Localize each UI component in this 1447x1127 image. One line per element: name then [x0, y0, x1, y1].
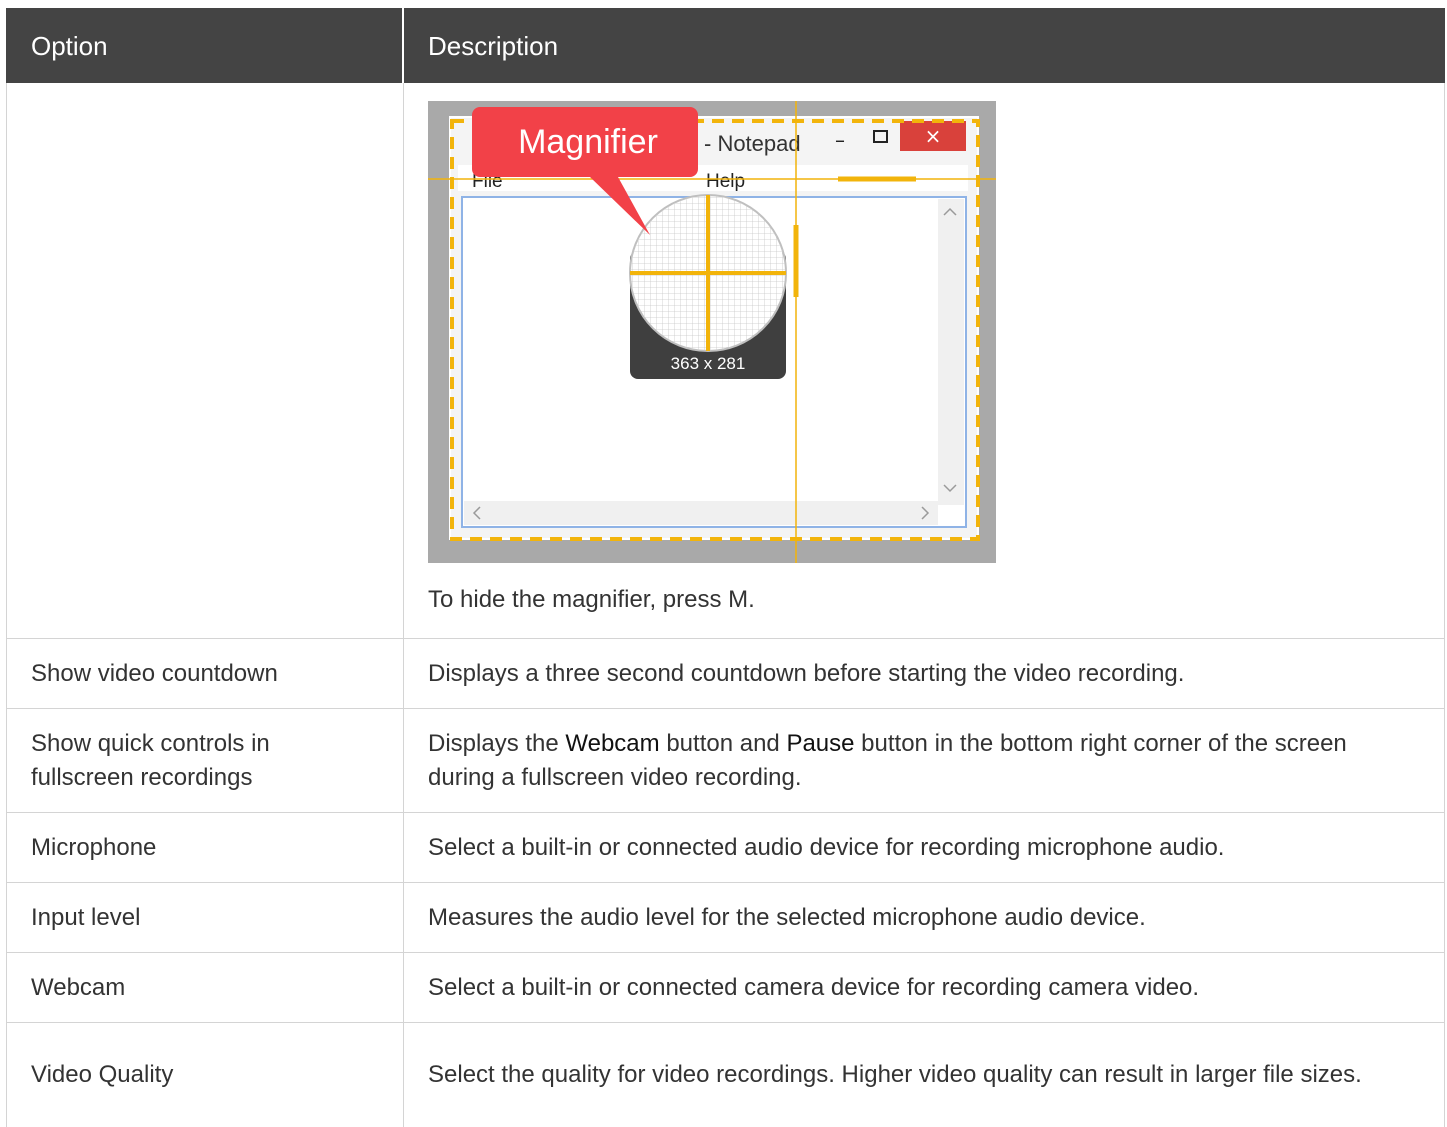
- description-cell: Select the quality for video recordings.…: [404, 1023, 1445, 1127]
- dimension-readout: 363 x 281: [671, 354, 746, 373]
- table-row: Input level Measures the audio level for…: [6, 883, 1445, 953]
- table-row-magnifier: × – - Notepad File Help 363 x 281 Magnif…: [6, 83, 1445, 639]
- description-cell-magnifier: × – - Notepad File Help 363 x 281 Magnif…: [404, 83, 1445, 638]
- description-cell: Displays a three second countdown before…: [404, 639, 1445, 708]
- table-row: Show quick controls in fullscreen record…: [6, 709, 1445, 813]
- description-cell: Select a built-in or connected audio dev…: [404, 813, 1445, 882]
- description-cell: Select a built-in or connected camera de…: [404, 953, 1445, 1022]
- description-cell: Displays the Webcam button and Pause but…: [404, 709, 1445, 812]
- description-cell: Measures the audio level for the selecte…: [404, 883, 1445, 952]
- table-header-row: Option Description: [6, 8, 1445, 83]
- magnifier-illustration: × – - Notepad File Help 363 x 281 Magnif…: [428, 101, 996, 563]
- option-cell: Show quick controls in fullscreen record…: [6, 709, 404, 812]
- callout-label: Magnifier: [518, 123, 658, 161]
- options-table: Option Description × – - Notepad File He…: [6, 8, 1445, 1127]
- option-cell: Video Quality: [6, 1023, 404, 1127]
- magnifier-caption: To hide the magnifier, press M.: [428, 586, 755, 613]
- pause-ui-label: Pause: [786, 729, 855, 757]
- table-row: Webcam Select a built-in or connected ca…: [6, 953, 1445, 1023]
- table-row: Microphone Select a built-in or connecte…: [6, 813, 1445, 883]
- option-cell: Show video countdown: [6, 639, 404, 708]
- close-icon: ×: [925, 124, 942, 148]
- table-row: Show video countdown Displays a three se…: [6, 639, 1445, 709]
- magnifier-screenshot: × – - Notepad File Help 363 x 281 Magnif…: [428, 101, 996, 563]
- minimize-icon: –: [835, 128, 845, 152]
- window-title: - Notepad: [704, 131, 801, 156]
- table-row: Video Quality Select the quality for vid…: [6, 1023, 1445, 1127]
- webcam-ui-label: Webcam: [565, 729, 660, 757]
- header-option: Option: [6, 8, 404, 83]
- header-description: Description: [404, 8, 1445, 83]
- menu-help: Help: [706, 171, 745, 192]
- option-cell: Microphone: [6, 813, 404, 882]
- description-text: button and: [659, 729, 787, 757]
- option-cell: Webcam: [6, 953, 404, 1022]
- option-cell-empty: [6, 83, 404, 638]
- option-cell: Input level: [6, 883, 404, 952]
- description-text: Displays the: [428, 729, 566, 757]
